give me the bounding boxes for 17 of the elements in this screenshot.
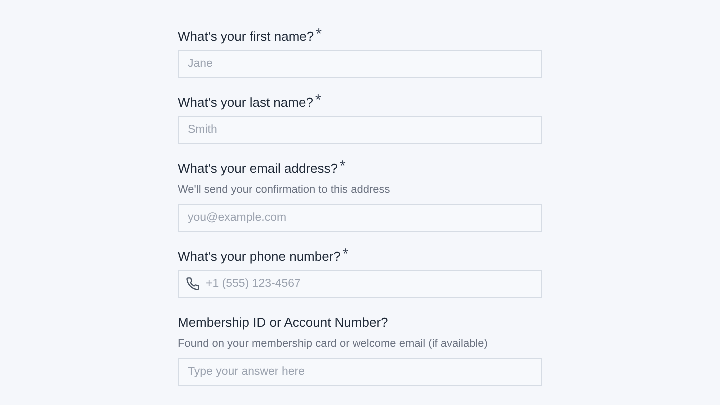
required-asterisk: *	[315, 94, 322, 108]
field-hint: We'll send your confirmation to this address	[178, 183, 390, 197]
input-field[interactable]: Type your answer here	[178, 358, 542, 386]
input-field[interactable]: Smith	[178, 116, 542, 144]
phone-icon	[186, 277, 200, 291]
input-field[interactable]: you@example.com	[178, 204, 542, 232]
field-label: What's your email address?	[178, 160, 338, 178]
field-label: What's your first name?	[178, 28, 314, 46]
required-asterisk: *	[340, 160, 346, 174]
required-asterisk: *	[316, 28, 322, 42]
required-asterisk: *	[342, 248, 349, 262]
input-field[interactable]: Jane	[178, 50, 542, 78]
field-label: What's your phone number?	[178, 248, 341, 266]
field-label: Membership ID or Account Number?	[178, 314, 388, 332]
field-hint: Found on your membership card or welcome email (if available)	[178, 337, 488, 351]
field-label: What's your last name?	[178, 94, 314, 112]
phone-field[interactable]: +1 (555) 123-4567	[178, 270, 542, 298]
